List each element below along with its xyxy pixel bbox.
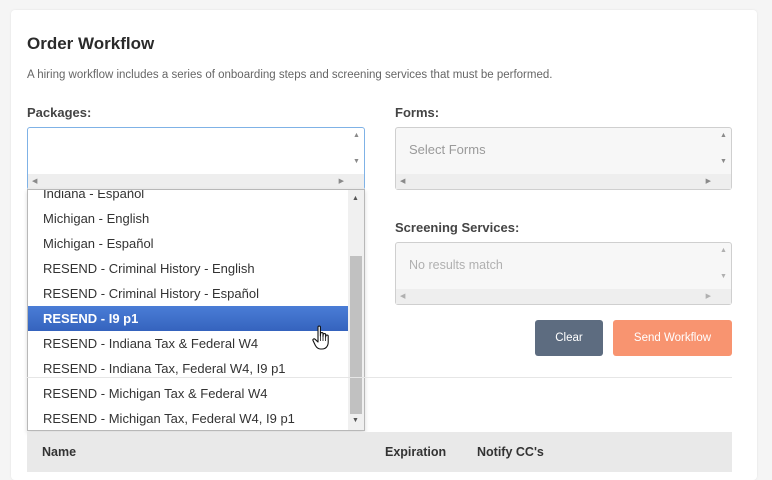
packages-label: Packages: <box>27 105 92 120</box>
forms-label: Forms: <box>395 105 440 120</box>
column-header-notify-cc[interactable]: Notify CC's <box>477 445 544 459</box>
package-option[interactable]: Michigan - Español <box>28 231 348 256</box>
dropdown-scrollbar[interactable]: ▲ ▼ <box>348 190 364 430</box>
screening-vscroll[interactable]: ▲ ▼ <box>716 243 731 289</box>
hand-pointer-icon <box>312 325 329 350</box>
forms-placeholder: Select Forms <box>409 142 486 157</box>
forms-vscroll[interactable]: ▲ ▼ <box>716 128 731 174</box>
table-header-row: Name Expiration Notify CC's <box>27 432 732 472</box>
packages-select[interactable]: ▲ ▼ ◀ ▶ <box>27 127 365 190</box>
scroll-up-icon[interactable]: ▲ <box>720 247 727 255</box>
scroll-down-icon[interactable]: ▼ <box>352 417 359 425</box>
package-option[interactable]: RESEND - Michigan Tax & Federal W4 <box>28 381 348 406</box>
forms-select[interactable]: Select Forms ▲ ▼ ◀ ▶ <box>395 127 732 190</box>
column-header-name[interactable]: Name <box>42 445 76 459</box>
scroll-down-icon[interactable]: ▼ <box>720 273 727 281</box>
screening-hscroll[interactable]: ◀ ▶ <box>396 289 731 304</box>
scroll-right-icon[interactable]: ▶ <box>706 178 711 186</box>
screening-placeholder: No results match <box>409 258 503 272</box>
package-option-selected[interactable]: RESEND - I9 p1 <box>28 306 348 331</box>
packages-vscroll[interactable]: ▲ ▼ <box>349 128 364 174</box>
page-title: Order Workflow <box>27 34 155 53</box>
packages-hscroll[interactable]: ◀ ▶ <box>28 174 364 189</box>
page-description: A hiring workflow includes a series of o… <box>27 69 553 81</box>
scroll-up-icon[interactable]: ▲ <box>352 195 359 203</box>
column-header-expiration[interactable]: Expiration <box>385 445 446 459</box>
package-option[interactable]: Indiana - Español <box>28 190 348 206</box>
packages-dropdown-list[interactable]: Indiana - Español Michigan - English Mic… <box>27 189 365 431</box>
scrollbar-thumb[interactable] <box>350 256 362 414</box>
package-option[interactable]: RESEND - Criminal History - English <box>28 256 348 281</box>
scroll-left-icon[interactable]: ◀ <box>400 293 405 301</box>
scroll-right-icon[interactable]: ▶ <box>339 178 344 186</box>
scroll-down-icon[interactable]: ▼ <box>720 158 727 166</box>
scroll-left-icon[interactable]: ◀ <box>400 178 405 186</box>
scroll-right-icon[interactable]: ▶ <box>706 293 711 301</box>
package-option[interactable]: RESEND - Indiana Tax & Federal W4 <box>28 331 348 356</box>
scroll-up-icon[interactable]: ▲ <box>353 132 360 140</box>
clear-button[interactable]: Clear <box>535 320 603 356</box>
screening-services-select[interactable]: No results match ▲ ▼ ◀ ▶ <box>395 242 732 305</box>
send-workflow-button[interactable]: Send Workflow <box>613 320 732 356</box>
package-option[interactable]: RESEND - Criminal History - Español <box>28 281 348 306</box>
screening-services-label: Screening Services: <box>395 220 520 235</box>
scroll-up-icon[interactable]: ▲ <box>720 132 727 140</box>
package-option[interactable]: RESEND - Michigan Tax, Federal W4, I9 p1 <box>28 406 348 430</box>
scroll-down-icon[interactable]: ▼ <box>353 158 360 166</box>
package-option[interactable]: Michigan - English <box>28 206 348 231</box>
scroll-left-icon[interactable]: ◀ <box>32 178 37 186</box>
section-divider <box>27 377 732 378</box>
forms-hscroll[interactable]: ◀ ▶ <box>396 174 731 189</box>
